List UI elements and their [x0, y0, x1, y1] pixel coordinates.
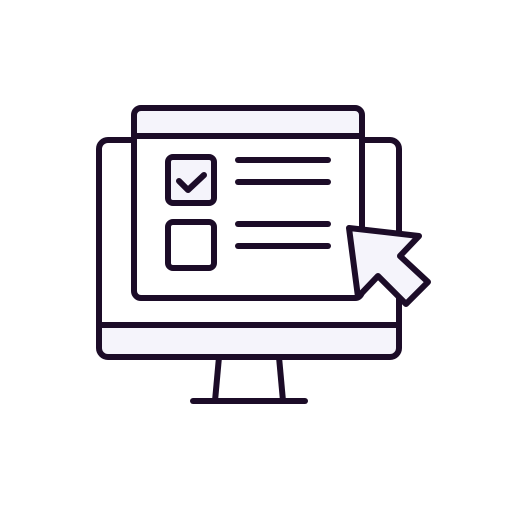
- monitor-chin: [99, 325, 399, 357]
- checked-checkbox-icon: [165, 154, 217, 206]
- monitor-stand-right: [276, 354, 286, 404]
- browser-title-bar: [134, 108, 362, 136]
- illustration-canvas: [0, 0, 512, 512]
- online-checklist-icon: [96, 105, 431, 404]
- cursor-arrow-icon: [346, 225, 431, 307]
- monitor-stand-left: [212, 354, 222, 404]
